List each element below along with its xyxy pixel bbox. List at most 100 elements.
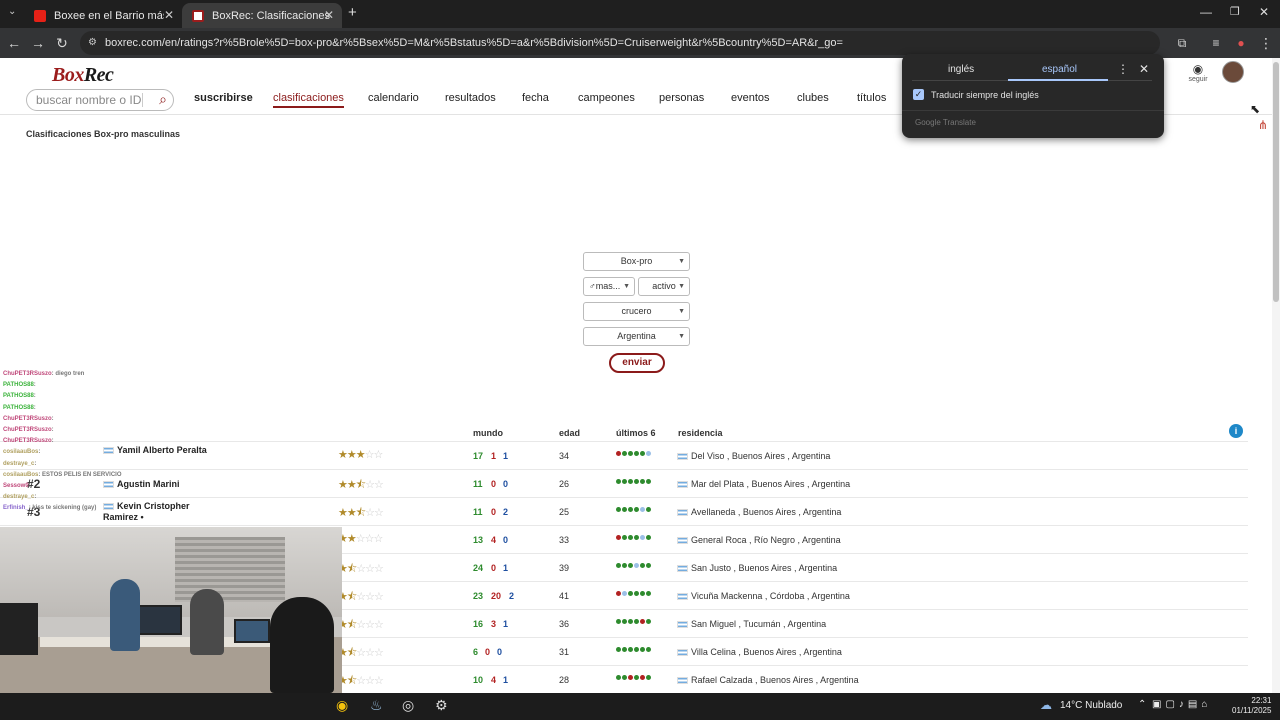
search-box[interactable]: buscar nombre o ID ⌕ bbox=[26, 89, 174, 111]
result-dot bbox=[640, 479, 645, 484]
profile-icon[interactable]: ● bbox=[1231, 28, 1251, 58]
page-scrollbar[interactable] bbox=[1272, 58, 1280, 693]
argentina-flag-icon bbox=[677, 677, 688, 685]
chat-message: ChuPET3RSuszo: bbox=[3, 438, 54, 444]
nav-suscribirse[interactable]: suscribirse bbox=[194, 92, 253, 104]
nav-eventos[interactable]: eventos bbox=[731, 92, 770, 104]
residence[interactable]: Vicuña Mackenna , Córdoba , Argentina bbox=[677, 591, 850, 601]
forward-icon[interactable]: → bbox=[28, 28, 48, 58]
residence[interactable]: Mar del Plata , Buenos Aires , Argentina bbox=[677, 479, 850, 489]
col-header-world[interactable]: mundo bbox=[473, 428, 503, 438]
close-tab-icon[interactable]: ✕ bbox=[324, 8, 334, 22]
col-header-age[interactable]: edad bbox=[559, 428, 580, 438]
nav-campeones[interactable]: campeones bbox=[578, 92, 635, 104]
scrollbar-thumb[interactable] bbox=[1273, 62, 1279, 302]
clock[interactable]: 22:31 01/11/2025 bbox=[1232, 696, 1271, 716]
address-bar[interactable]: ⚙ boxrec.com/en/ratings?r%5Brole%5D=box-… bbox=[80, 31, 1160, 55]
tab-title: BoxRec: Clasificaciones bbox=[212, 9, 330, 22]
more-options-icon[interactable]: ⋮ bbox=[1117, 62, 1129, 76]
record-draws: 2 bbox=[503, 507, 509, 517]
share-icon[interactable]: ⋔ bbox=[1258, 118, 1268, 132]
boxer-name-link[interactable]: Agustin Marini bbox=[103, 479, 213, 490]
nav-clasificaciones[interactable]: clasificaciones bbox=[273, 92, 344, 108]
settings-icon[interactable]: ⚙ bbox=[435, 697, 448, 714]
boxer-name-link[interactable]: Kevin Cristopher Ramirez • bbox=[103, 501, 213, 523]
residence[interactable]: San Miguel , Tucumán , Argentina bbox=[677, 619, 826, 629]
residence[interactable]: Villa Celina , Buenos Aires , Argentina bbox=[677, 647, 842, 657]
tab-boxrec[interactable]: BoxRec: Clasificaciones ✕ bbox=[182, 3, 342, 28]
last-six-results bbox=[616, 647, 651, 652]
tab-list-chevron-icon[interactable]: ⌄ bbox=[8, 6, 16, 17]
tray-icons[interactable]: ▣▢♪▤⌂ bbox=[1152, 699, 1211, 710]
residence-text: Rafael Calzada , Buenos Aires , Argentin… bbox=[691, 675, 859, 685]
nav-personas[interactable]: personas bbox=[659, 92, 704, 104]
weather-text[interactable]: 14°C Nublado bbox=[1060, 700, 1122, 711]
division-value: crucero bbox=[621, 306, 652, 316]
residence[interactable]: Del Viso , Buenos Aires , Argentina bbox=[677, 451, 830, 461]
boxrec-logo[interactable]: BoxRec bbox=[52, 64, 114, 87]
status-select[interactable]: activo ▼ bbox=[638, 277, 690, 296]
search-icon[interactable]: ⌕ bbox=[159, 91, 167, 108]
record-losses: 1 bbox=[491, 451, 497, 461]
close-window-icon[interactable]: ✕ bbox=[1259, 5, 1269, 19]
result-dot bbox=[628, 563, 633, 568]
last-six-results bbox=[616, 675, 651, 680]
steam-icon[interactable]: ♨ bbox=[370, 697, 383, 714]
obs-icon[interactable]: ◎ bbox=[402, 697, 414, 714]
nav-resultados[interactable]: resultados bbox=[445, 92, 496, 104]
table-row[interactable]: #2 Agustin Marini ★★⯪☆☆ 11 0 0 26 Mar de… bbox=[0, 469, 1248, 497]
col-header-residence[interactable]: residencia bbox=[678, 428, 723, 438]
argentina-flag-icon bbox=[677, 481, 688, 489]
follow-button[interactable]: ◉ seguir bbox=[1186, 62, 1210, 83]
chat-user: Sessow0 bbox=[3, 483, 29, 489]
minimize-icon[interactable]: — bbox=[1200, 5, 1212, 19]
avatar[interactable] bbox=[1222, 61, 1244, 83]
rating-stars: ★⯪☆☆☆ bbox=[338, 563, 384, 575]
nav-titulos[interactable]: títulos bbox=[857, 92, 886, 104]
boxer-name-link[interactable]: Yamil Alberto Peralta bbox=[103, 445, 213, 456]
info-icon[interactable]: i bbox=[1229, 424, 1243, 438]
nav-clubes[interactable]: clubes bbox=[797, 92, 829, 104]
residence-text: General Roca , Río Negro , Argentina bbox=[691, 535, 841, 545]
always-translate-checkbox[interactable]: ✓ bbox=[913, 89, 924, 100]
close-icon[interactable]: ✕ bbox=[1139, 62, 1149, 76]
age: 26 bbox=[559, 479, 570, 489]
site-info-icon[interactable]: ⚙ bbox=[88, 31, 97, 55]
search-input[interactable]: buscar nombre o ID bbox=[36, 93, 141, 107]
country-select[interactable]: Argentina ▼ bbox=[583, 327, 690, 346]
lang-tab-from[interactable]: inglés bbox=[948, 64, 974, 75]
back-icon[interactable]: ← bbox=[4, 28, 24, 58]
extensions-icon[interactable]: ⧉ bbox=[1172, 28, 1192, 58]
chrome-icon[interactable]: ◉ bbox=[336, 697, 348, 714]
nav-fecha[interactable]: fecha bbox=[522, 92, 549, 104]
result-dot bbox=[622, 619, 627, 624]
table-row[interactable]: Yamil Alberto Peralta ★★★☆☆ 17 1 1 34 De… bbox=[0, 441, 1248, 469]
sex-select[interactable]: ♂mas... ▼ bbox=[583, 277, 635, 296]
boxer-name: Yamil Alberto Peralta bbox=[117, 445, 207, 455]
age: 33 bbox=[559, 535, 570, 545]
restore-icon[interactable]: ❐ bbox=[1230, 5, 1240, 18]
person bbox=[270, 597, 334, 693]
close-tab-icon[interactable]: ✕ bbox=[164, 8, 174, 22]
chat-text: : bbox=[34, 494, 37, 501]
residence[interactable]: Rafael Calzada , Buenos Aires , Argentin… bbox=[677, 675, 859, 685]
role-select[interactable]: Box-pro ▼ bbox=[583, 252, 690, 271]
table-row[interactable]: #3 Kevin Cristopher Ramirez • ★★⯪☆☆ 11 0… bbox=[0, 497, 1248, 525]
lang-tab-to[interactable]: español bbox=[1042, 64, 1077, 75]
reload-icon[interactable]: ↻ bbox=[52, 28, 72, 58]
record-draws: 0 bbox=[503, 479, 509, 489]
tab-youtube[interactable]: Boxee en el Barrio más Peligros ✕ bbox=[24, 3, 182, 28]
residence[interactable]: Avellaneda , Buenos Aires , Argentina bbox=[677, 507, 841, 517]
result-dot bbox=[634, 619, 639, 624]
result-dot bbox=[622, 647, 627, 652]
submit-button[interactable]: enviar bbox=[609, 353, 665, 373]
result-dot bbox=[616, 591, 621, 596]
tray-chevron-icon[interactable]: ⌃ bbox=[1138, 699, 1146, 710]
residence[interactable]: General Roca , Río Negro , Argentina bbox=[677, 535, 841, 545]
new-tab-button[interactable]: + bbox=[348, 4, 357, 21]
residence[interactable]: San Justo , Buenos Aires , Argentina bbox=[677, 563, 837, 573]
menu-icon[interactable]: ⋮ bbox=[1256, 28, 1276, 58]
media-icon[interactable]: ≡ bbox=[1206, 28, 1226, 58]
division-select[interactable]: crucero ▼ bbox=[583, 302, 690, 321]
nav-calendario[interactable]: calendario bbox=[368, 92, 419, 104]
